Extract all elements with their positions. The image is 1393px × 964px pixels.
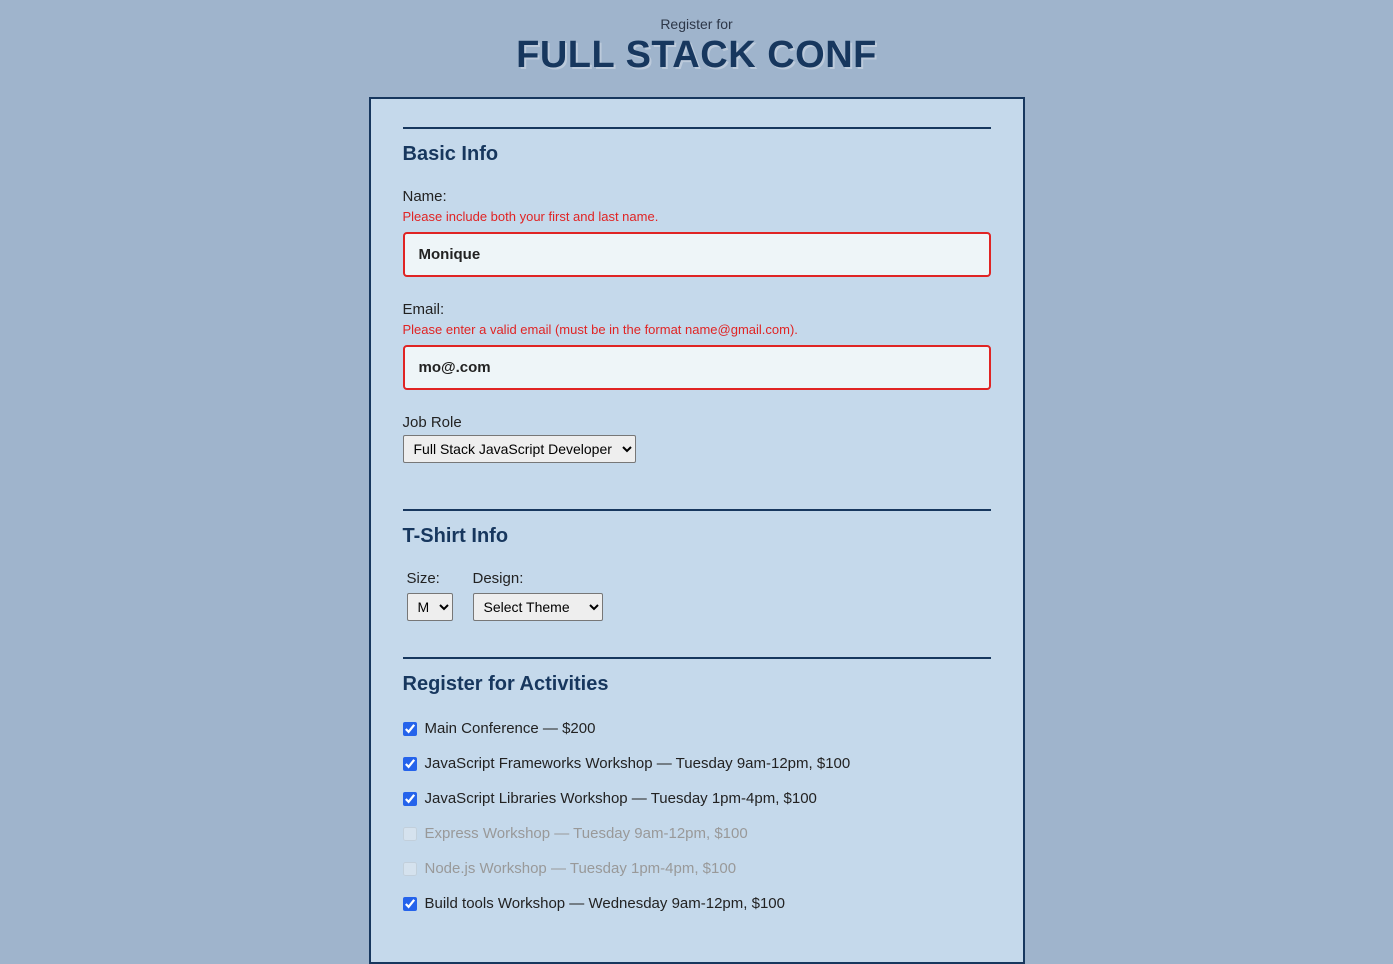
activity-label: JavaScript Libraries Workshop — Tuesday … (425, 790, 817, 807)
job-label: Job Role (403, 414, 991, 431)
design-select[interactable]: Select Theme (473, 593, 603, 621)
page-title: FULL STACK CONF (0, 34, 1393, 77)
activity-checkbox[interactable] (403, 722, 417, 736)
activity-row: Node.js Workshop — Tuesday 1pm-4pm, $100 (403, 860, 991, 877)
activity-row[interactable]: Main Conference — $200 (403, 720, 991, 737)
name-error: Please include both your first and last … (403, 209, 991, 224)
activities-section: Register for Activities Main Conference … (403, 657, 991, 930)
email-label: Email: (403, 301, 991, 318)
activity-label: Express Workshop — Tuesday 9am-12pm, $10… (425, 825, 748, 842)
activity-checkbox[interactable] (403, 792, 417, 806)
activity-checkbox[interactable] (403, 757, 417, 771)
name-field-group: Name: Please include both your first and… (403, 188, 991, 277)
activity-row: Express Workshop — Tuesday 9am-12pm, $10… (403, 825, 991, 842)
job-field-group: Job Role Full Stack JavaScript Developer (403, 414, 991, 463)
activity-label: Build tools Workshop — Wednesday 9am-12p… (425, 895, 785, 912)
activity-checkbox[interactable] (403, 897, 417, 911)
activity-row[interactable]: Build tools Workshop — Wednesday 9am-12p… (403, 895, 991, 912)
name-label: Name: (403, 188, 991, 205)
pretitle: Register for (0, 16, 1393, 32)
activity-label: JavaScript Frameworks Workshop — Tuesday… (425, 755, 851, 772)
tshirt-row: Size: M Design: Select Theme (403, 570, 991, 621)
activities-list: Main Conference — $200 JavaScript Framewo… (403, 720, 991, 912)
email-error: Please enter a valid email (must be in t… (403, 322, 991, 337)
tshirt-title: T-Shirt Info (403, 525, 991, 548)
activity-label: Node.js Workshop — Tuesday 1pm-4pm, $100 (425, 860, 737, 877)
activity-checkbox (403, 862, 417, 876)
email-field-group: Email: Please enter a valid email (must … (403, 301, 991, 390)
job-role-select[interactable]: Full Stack JavaScript Developer (403, 435, 636, 463)
activity-label: Main Conference — $200 (425, 720, 596, 737)
size-select[interactable]: M (407, 593, 453, 621)
activity-row[interactable]: JavaScript Frameworks Workshop — Tuesday… (403, 755, 991, 772)
registration-form: Basic Info Name: Please include both you… (369, 97, 1025, 964)
size-label: Size: (407, 570, 453, 587)
activity-row[interactable]: JavaScript Libraries Workshop — Tuesday … (403, 790, 991, 807)
design-label: Design: (473, 570, 603, 587)
activity-checkbox (403, 827, 417, 841)
activities-title: Register for Activities (403, 673, 991, 696)
name-input[interactable] (403, 232, 991, 277)
tshirt-section: T-Shirt Info Size: M Design: Select Them… (403, 509, 991, 621)
size-col: Size: M (407, 570, 453, 621)
design-col: Design: Select Theme (473, 570, 603, 621)
basic-info-section: Basic Info Name: Please include both you… (403, 127, 991, 473)
page-header: Register for FULL STACK CONF (0, 0, 1393, 97)
email-input[interactable] (403, 345, 991, 390)
basic-info-title: Basic Info (403, 143, 991, 166)
